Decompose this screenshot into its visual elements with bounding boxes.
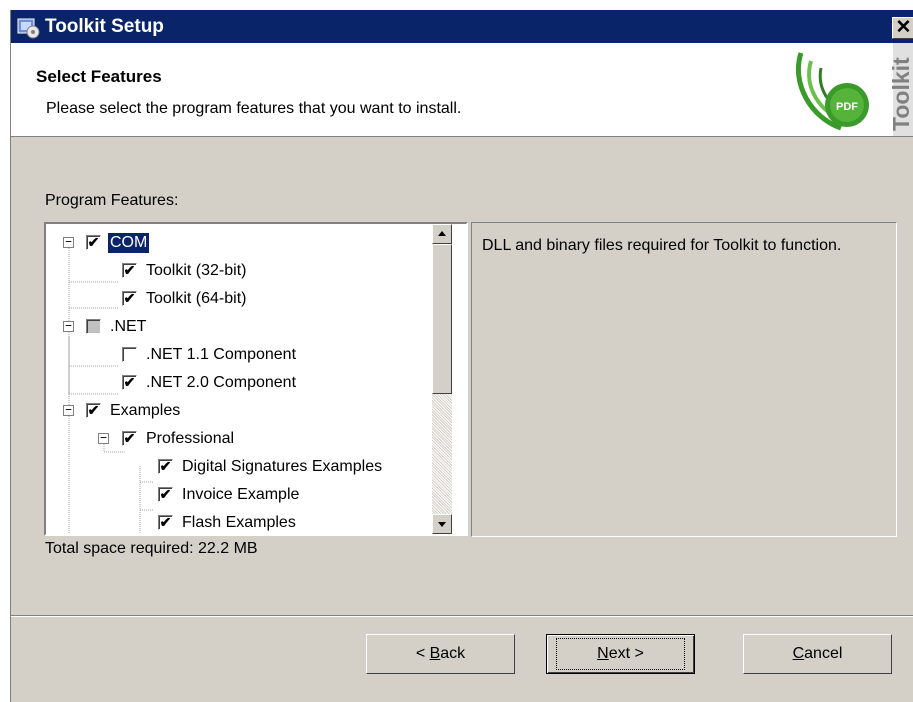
feature-item-professional[interactable]: − ✔ Professional (46, 426, 430, 452)
feature-item-dotnet[interactable]: − .NET (46, 314, 430, 340)
collapse-icon[interactable]: − (63, 236, 74, 248)
feature-description: DLL and binary files required for Toolki… (471, 222, 897, 537)
setup-dialog: Toolkit Setup ✕ Select Features Please s… (10, 10, 913, 702)
back-button[interactable]: < Back (366, 634, 515, 674)
space-required: Total space required: 22.2 MB (45, 540, 258, 557)
arrow-up-icon (438, 231, 446, 236)
feature-label[interactable]: .NET 2.0 Component (144, 373, 298, 393)
feature-label[interactable]: .NET 1.1 Component (144, 345, 298, 365)
feature-item-toolkit-64[interactable]: ✔ Toolkit (64-bit) (46, 286, 430, 312)
feature-checkbox[interactable]: ✔ (122, 291, 137, 306)
collapse-icon[interactable]: − (98, 432, 109, 444)
feature-tree[interactable]: − ✔ COM ✔ Toolkit (32-bit) ✔ Toolkit (64-bit) −… (44, 222, 468, 536)
feature-item-digital-signatures[interactable]: ✔ Digital Signatures Examples (46, 454, 430, 480)
logo-text: Toolkit (888, 57, 913, 131)
feature-label[interactable]: Invoice Example (180, 485, 301, 505)
feature-checkbox[interactable]: ✔ (86, 403, 101, 418)
collapse-icon[interactable]: − (63, 404, 74, 416)
scroll-thumb[interactable] (432, 244, 452, 394)
toolkit-logo: PDF Toolkit (795, 43, 913, 136)
page-header: Select Features Please select the progra… (11, 43, 913, 137)
feature-label[interactable]: COM (106, 232, 151, 254)
feature-label[interactable]: Professional (144, 429, 236, 449)
feature-checkbox[interactable]: ✔ (158, 515, 173, 530)
cancel-button[interactable]: Cancel (743, 634, 892, 674)
next-button-label: Next > (556, 638, 685, 670)
feature-item-dotnet-20[interactable]: ✔ .NET 2.0 Component (46, 370, 430, 396)
window-title: Toolkit Setup (45, 16, 164, 37)
arrow-down-icon (438, 522, 446, 527)
feature-item-toolkit-32[interactable]: ✔ Toolkit (32-bit) (46, 258, 430, 284)
feature-item-examples[interactable]: − ✔ Examples (46, 398, 430, 424)
scroll-down-button[interactable] (432, 514, 452, 534)
feature-item-com[interactable]: − ✔ COM (46, 230, 430, 256)
program-features-label: Program Features: (45, 192, 179, 209)
feature-checkbox[interactable]: ✔ (122, 431, 137, 446)
feature-label[interactable]: Flash Examples (180, 513, 298, 533)
close-button[interactable]: ✕ (892, 17, 913, 39)
feature-item-invoice[interactable]: ✔ Invoice Example (46, 482, 430, 508)
page-title: Select Features (36, 67, 162, 86)
logo-badge: PDF (836, 101, 858, 113)
feature-label[interactable]: Examples (108, 401, 182, 421)
footer-separator (11, 615, 913, 617)
feature-checkbox[interactable]: ✔ (122, 375, 137, 390)
feature-checkbox[interactable]: ✔ (86, 235, 101, 250)
back-button-label: < Back (415, 645, 466, 662)
scroll-up-button[interactable] (432, 224, 452, 244)
feature-item-dotnet-11[interactable]: .NET 1.1 Component (46, 342, 430, 368)
feature-tree-items: − ✔ COM ✔ Toolkit (32-bit) ✔ Toolkit (64-bit) −… (46, 224, 430, 534)
feature-checkbox[interactable]: ✔ (158, 487, 173, 502)
feature-checkbox[interactable] (86, 319, 101, 334)
title-bar[interactable]: Toolkit Setup ✕ (11, 10, 913, 43)
feature-tree-scrollbar[interactable] (432, 224, 452, 534)
close-icon: ✕ (895, 17, 912, 38)
page-subtitle: Please select the program features that … (46, 100, 462, 117)
collapse-icon[interactable]: − (63, 320, 74, 332)
installer-icon (17, 18, 40, 39)
feature-item-flash[interactable]: ✔ Flash Examples (46, 510, 430, 534)
feature-checkbox[interactable]: ✔ (158, 459, 173, 474)
next-button[interactable]: Next > (546, 634, 695, 674)
cancel-button-label: Cancel (792, 645, 843, 662)
feature-label[interactable]: Toolkit (64-bit) (144, 289, 248, 309)
feature-checkbox[interactable]: ✔ (122, 263, 137, 278)
feature-label[interactable]: .NET (108, 317, 148, 337)
feature-checkbox[interactable] (122, 347, 137, 362)
feature-label[interactable]: Digital Signatures Examples (180, 457, 384, 477)
feature-label[interactable]: Toolkit (32-bit) (144, 261, 248, 281)
